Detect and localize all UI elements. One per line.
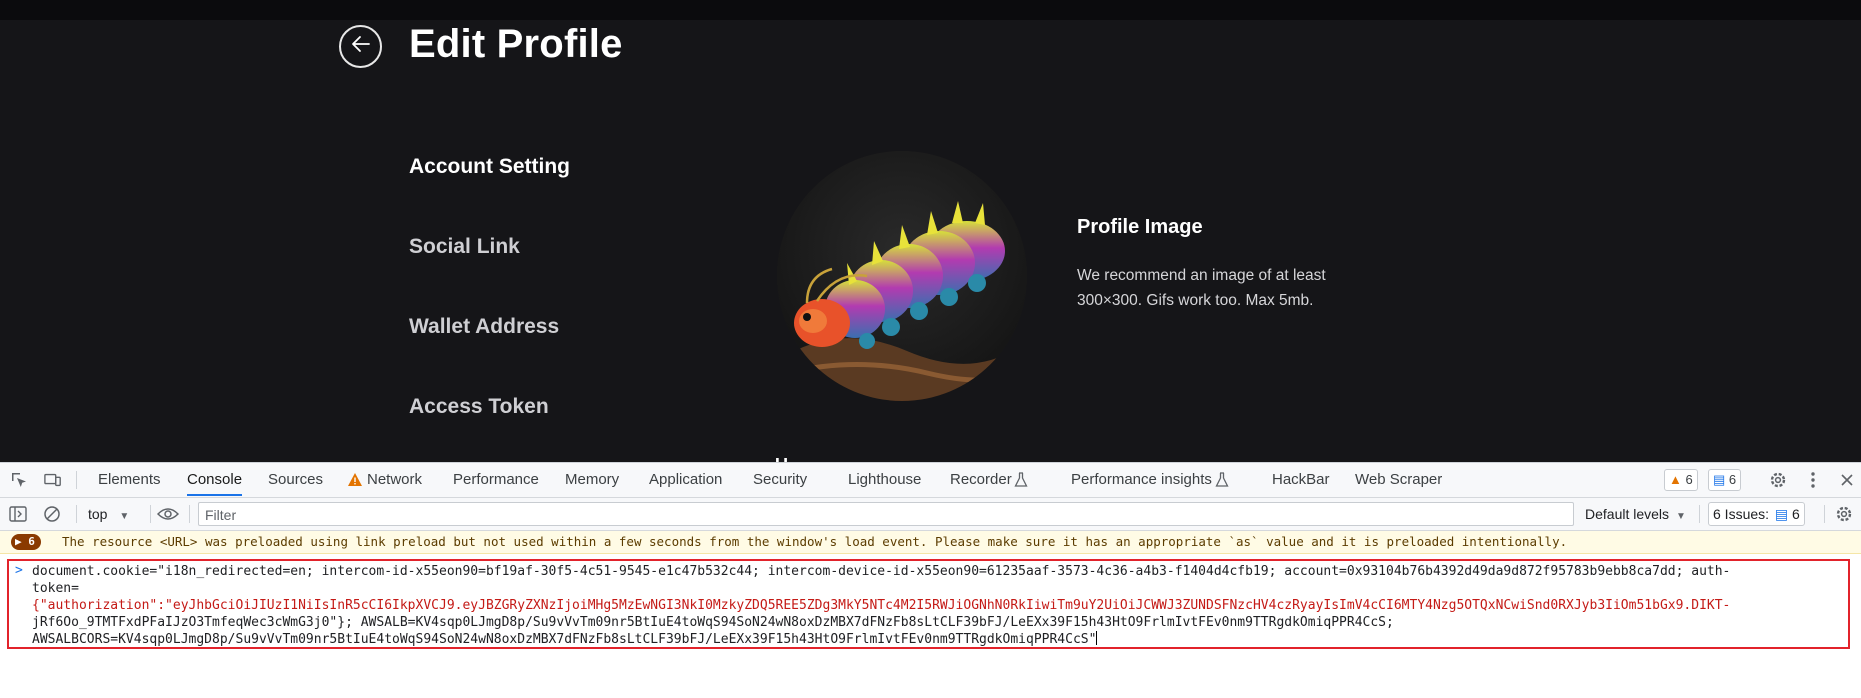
chevron-down-icon: ▼ — [119, 511, 130, 522]
more-vert-icon[interactable] — [1804, 471, 1822, 489]
gear-icon[interactable] — [1835, 505, 1853, 523]
tab-memory[interactable]: Memory — [565, 463, 619, 496]
chat-icon: ▤ — [1774, 506, 1789, 522]
profile-image-description: We recommend an image of at least 300×30… — [1077, 267, 1326, 309]
warning-badge: ▶ 6 — [11, 534, 41, 550]
flask-icon — [1012, 471, 1030, 489]
console-input-text: AWSALBCORS=KV4sqp0LJmgD8p/Su9vVvTm09nr5B… — [32, 632, 1097, 647]
tab-console[interactable]: Console — [187, 463, 243, 496]
warning-text: The resource <URL> was preloaded using l… — [62, 534, 1568, 549]
toolbar-divider — [1699, 505, 1700, 523]
tab-web-scraper[interactable]: Web Scraper — [1355, 463, 1442, 496]
issues-label: 6 Issues: — [1713, 506, 1770, 522]
console-input-line[interactable]: token= — [32, 580, 79, 597]
toolbar-divider — [76, 505, 77, 523]
nav-item-social-link[interactable]: Social Link — [409, 235, 520, 259]
close-icon[interactable] — [1838, 471, 1856, 489]
tab-performance-insights[interactable]: Performance insights — [1071, 463, 1212, 496]
tab-elements[interactable]: Elements — [98, 463, 161, 496]
tab-recorder[interactable]: Recorder — [950, 463, 1012, 496]
profile-avatar[interactable] — [777, 151, 1027, 401]
warnings-counter[interactable]: ▲ 6 — [1664, 469, 1698, 491]
log-levels-dropdown[interactable]: Default levels ▼ — [1585, 498, 1686, 530]
warning-icon — [346, 471, 364, 489]
console-toolbar: top ▼ Filter Default levels ▼ 6 Issues: … — [0, 498, 1861, 531]
console-warning-message[interactable]: ▶ 6 The resource <URL> was preloaded usi… — [0, 531, 1861, 554]
context-selector[interactable]: top ▼ — [88, 498, 129, 530]
console-input-line[interactable]: {"authorization":"eyJhbGciOiJIUzI1NiIsIn… — [32, 597, 1730, 614]
message-count: 6 — [1728, 472, 1737, 487]
sidebar-icon[interactable] — [9, 505, 27, 523]
gear-icon[interactable] — [1769, 471, 1787, 489]
tab-application[interactable]: Application — [649, 463, 722, 496]
filter-input[interactable]: Filter — [198, 502, 1574, 526]
text-caret — [1096, 631, 1098, 645]
back-button[interactable] — [339, 25, 382, 68]
chevron-down-icon: ▼ — [1675, 511, 1686, 522]
arrow-left-icon — [349, 32, 373, 61]
inspect-element-icon[interactable] — [10, 471, 28, 489]
nav-item-access-token[interactable]: Access Token — [409, 395, 549, 419]
tab-performance[interactable]: Performance — [453, 463, 539, 496]
warning-badge-count: 6 — [28, 535, 35, 548]
chat-icon: ▤ — [1713, 472, 1726, 487]
nav-item-account-setting[interactable]: Account Setting — [409, 155, 570, 179]
flask-icon — [1213, 471, 1231, 489]
issues-button[interactable]: 6 Issues: ▤ 6 — [1708, 502, 1805, 526]
cut-off-heading: U — [775, 455, 788, 462]
toolbar-divider — [76, 471, 77, 489]
eye-icon[interactable] — [157, 505, 179, 523]
console-input-line[interactable]: document.cookie="i18n_redirected=en; int… — [32, 563, 1730, 580]
chevron-right-icon: > — [15, 563, 23, 578]
context-label: top — [88, 506, 108, 522]
issues-count: 6 — [1792, 506, 1800, 522]
toolbar-divider — [189, 505, 190, 523]
devtools-panel: Elements Console Sources Network Perform… — [0, 462, 1861, 698]
console-input-line[interactable]: jRf6Oo_9TMTFxdPFaIJzO3TmfeqWec3cWmG3j0"}… — [32, 614, 1394, 631]
edit-profile-page: Edit Profile Account Setting Social Link… — [0, 20, 1861, 462]
browser-top-strip — [0, 0, 1861, 20]
toolbar-divider — [150, 505, 151, 523]
log-levels-label: Default levels — [1585, 506, 1670, 522]
toolbar-divider — [1824, 505, 1825, 523]
warning-icon: ▲ — [1669, 472, 1682, 487]
warning-count: 6 — [1685, 472, 1693, 487]
tab-hackbar[interactable]: HackBar — [1272, 463, 1330, 496]
tab-security[interactable]: Security — [753, 463, 807, 496]
tab-lighthouse[interactable]: Lighthouse — [848, 463, 921, 496]
page-title: Edit Profile — [409, 22, 623, 66]
console-input-line[interactable]: AWSALBCORS=KV4sqp0LJmgD8p/Su9vVvTm09nr5B… — [32, 631, 1098, 648]
devtools-tab-bar: Elements Console Sources Network Perform… — [0, 463, 1861, 498]
messages-counter[interactable]: ▤ 6 — [1708, 469, 1742, 491]
device-toolbar-icon[interactable] — [44, 471, 62, 489]
tab-sources[interactable]: Sources — [268, 463, 323, 496]
profile-image-title: Profile Image — [1077, 216, 1203, 238]
clear-console-icon[interactable] — [43, 505, 61, 523]
nav-item-wallet-address[interactable]: Wallet Address — [409, 315, 559, 339]
console-command-highlight: > document.cookie="i18n_redirected=en; i… — [7, 559, 1850, 649]
tab-network[interactable]: Network — [367, 463, 422, 496]
